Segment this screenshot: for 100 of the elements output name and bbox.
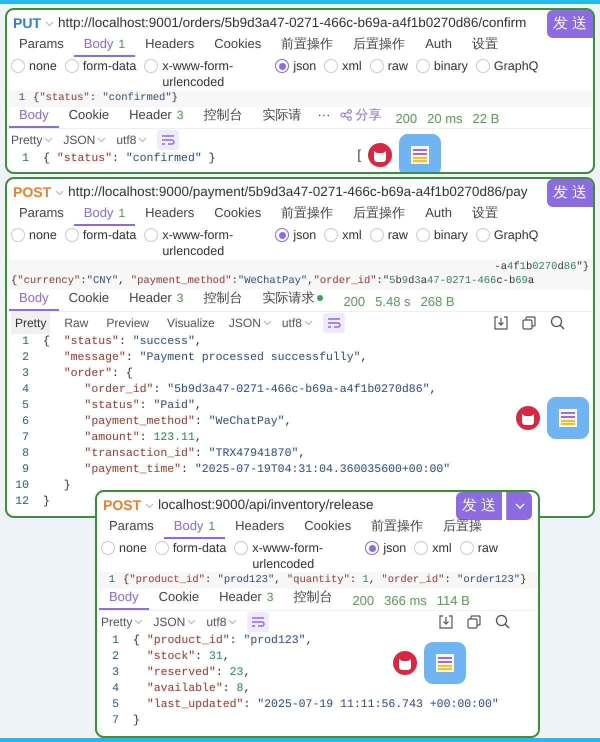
radio-button[interactable] (476, 228, 490, 242)
request-tab[interactable]: 设置 (462, 34, 508, 57)
cat-badge-icon[interactable] (367, 142, 393, 168)
request-tab[interactable]: Headers (225, 516, 294, 539)
radio-button[interactable] (365, 541, 380, 555)
response-tab[interactable]: Body (9, 104, 59, 128)
format-dropdown[interactable]: utf8 (282, 314, 313, 332)
radio-button[interactable] (64, 59, 79, 73)
format-dropdown[interactable]: JSON (63, 130, 106, 148)
request-tab[interactable]: Auth (415, 202, 462, 226)
url-field[interactable]: http://localhost:9000/payment/5b9d3a47-0271-466c-b69a-a4f1b0270d86/pay (68, 182, 543, 203)
format-dropdown[interactable]: JSON (153, 612, 196, 630)
response-tab[interactable]: Cookie (58, 104, 120, 128)
line-number: 4 (111, 681, 119, 697)
request-tab[interactable]: Cookies (204, 34, 272, 57)
response-tab[interactable]: Header 3 (209, 586, 284, 610)
url-field[interactable]: http://localhost:9001/orders/5b9d3a47-0271-466c-b69a-a4f1b0270d86/confirm (58, 13, 543, 34)
response-tab[interactable]: Cookie (58, 288, 120, 311)
response-tab[interactable]: 控制台 (193, 288, 252, 311)
request-tab[interactable]: 后置操作 (343, 202, 416, 226)
request-tab[interactable]: Cookies (204, 202, 272, 226)
notebook-app-icon[interactable] (547, 397, 589, 439)
request-tab[interactable]: Params (9, 202, 74, 226)
wrap-icon[interactable] (322, 312, 345, 332)
radio-button[interactable] (370, 59, 384, 73)
radio-button[interactable] (234, 541, 248, 555)
view-tab[interactable]: Raw (60, 312, 92, 334)
radio-button[interactable] (370, 228, 384, 242)
request-tab[interactable]: Auth (415, 34, 462, 57)
response-tab[interactable]: Header 3 (119, 288, 194, 311)
request-tab[interactable]: Params (9, 34, 74, 57)
method-dropdown[interactable]: PUT (13, 13, 41, 34)
url-field[interactable]: localhost:9000/api/inventory/release (158, 495, 452, 516)
copy-icon[interactable] (467, 614, 481, 628)
notebook-app-icon[interactable] (399, 134, 441, 172)
request-tab[interactable]: Cookies (294, 516, 362, 539)
radio-button[interactable] (416, 228, 430, 242)
response-tab[interactable]: 控制台 (193, 104, 252, 128)
view-tab[interactable]: Pretty (11, 312, 50, 334)
view-tab[interactable]: Preview (102, 312, 154, 334)
response-tab[interactable]: 实际请 (252, 104, 312, 128)
request-tab[interactable]: Body 1 (74, 202, 136, 226)
radio-button[interactable] (275, 228, 290, 242)
response-tab[interactable]: Body (99, 586, 149, 610)
search-icon[interactable] (550, 315, 565, 330)
radio-button[interactable] (414, 541, 428, 555)
share-link[interactable]: 分享 (336, 104, 386, 128)
radio-button[interactable] (11, 228, 25, 242)
radio-button[interactable] (101, 541, 115, 555)
request-tab[interactable]: Body 1 (74, 34, 136, 57)
response-tab[interactable]: Cookie (148, 586, 210, 610)
search-icon[interactable] (495, 614, 510, 629)
format-dropdown[interactable]: Pretty (11, 130, 54, 148)
caret-icon (55, 190, 64, 196)
request-tab[interactable]: Params (99, 516, 164, 539)
radio-button[interactable] (144, 59, 158, 73)
chevron-icon (514, 502, 524, 508)
response-tab[interactable]: 控制台 (283, 586, 342, 610)
notebook-app-icon[interactable] (424, 642, 466, 684)
request-tab[interactable]: 后置操作 (343, 34, 416, 57)
radio-button[interactable] (324, 228, 338, 242)
dropdown-button[interactable] (506, 492, 532, 520)
response-tab[interactable]: 实际请求 (252, 288, 334, 311)
format-dropdown[interactable]: JSON (228, 314, 272, 332)
radio-button[interactable] (460, 541, 474, 555)
radio-button[interactable] (154, 541, 169, 555)
format-dropdown[interactable]: utf8 (116, 130, 148, 148)
request-tab[interactable]: Body 1 (164, 516, 226, 539)
radio-button[interactable] (476, 59, 490, 73)
wrap-icon[interactable] (247, 612, 270, 632)
radio-label: none (119, 540, 147, 556)
radio-button[interactable] (11, 59, 25, 73)
radio-button[interactable] (144, 228, 158, 242)
download-icon[interactable] (494, 316, 508, 330)
request-tab[interactable]: 设置 (462, 202, 508, 226)
request-tab[interactable]: Headers (135, 34, 204, 57)
send-button[interactable]: 发 送 (546, 10, 593, 38)
copy-icon[interactable] (522, 316, 536, 330)
radio-button[interactable] (416, 59, 430, 73)
radio-button[interactable] (64, 228, 79, 242)
cat-badge-icon[interactable] (392, 650, 418, 676)
view-tab[interactable]: Visualize (163, 312, 219, 334)
request-tab[interactable]: 前置操作 (361, 516, 434, 539)
radio-button[interactable] (275, 59, 290, 73)
request-tab[interactable]: Headers (135, 202, 204, 226)
download-icon[interactable] (439, 614, 453, 628)
radio-button[interactable] (324, 59, 338, 73)
send-button[interactable]: 发 送 (546, 179, 593, 206)
response-tab[interactable]: Header 3 (119, 104, 194, 128)
code-line: "stock": 31, (146, 649, 230, 665)
cat-badge-icon[interactable] (515, 405, 541, 431)
request-tab[interactable]: 前置操作 (271, 34, 344, 57)
format-dropdown[interactable]: utf8 (206, 612, 238, 630)
wrap-icon[interactable] (157, 130, 180, 150)
line-number: 3 (21, 366, 29, 382)
more-button[interactable]: ··· (311, 104, 336, 128)
send-button[interactable]: 发 送 (456, 492, 502, 520)
code-line: { "product_id": "prod123", (133, 633, 312, 649)
request-tab[interactable]: 前置操作 (271, 202, 344, 226)
format-dropdown[interactable]: Pretty (101, 612, 144, 630)
